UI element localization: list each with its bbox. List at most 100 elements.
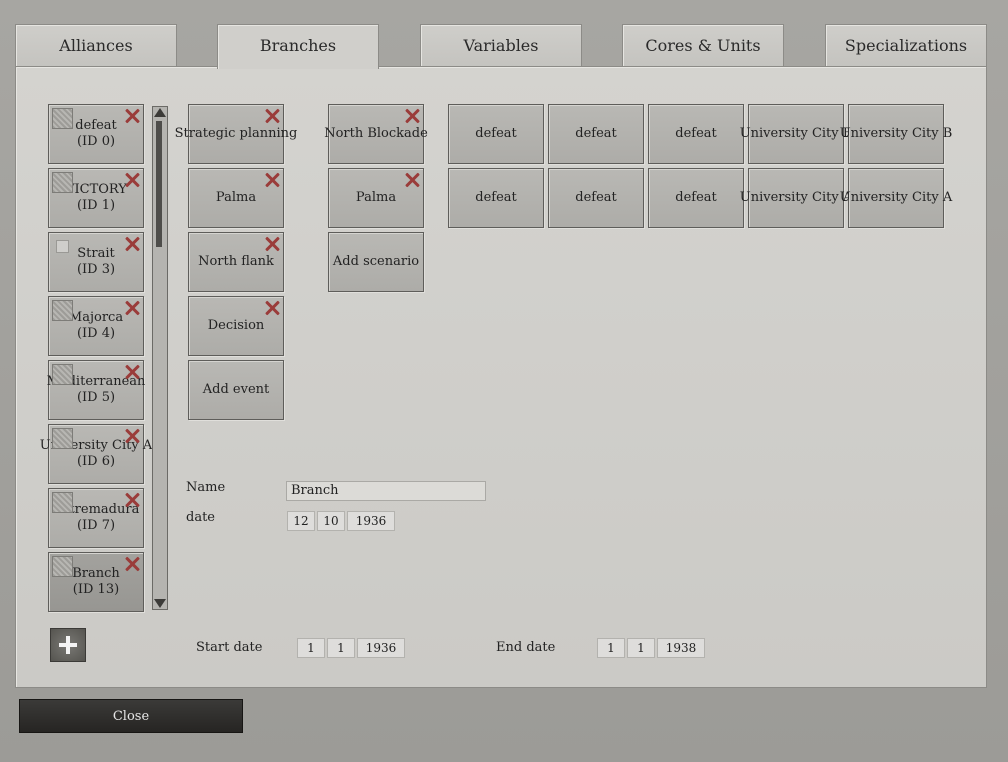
branch-id: (ID 0) (76, 134, 116, 149)
scroll-down-icon[interactable] (154, 599, 166, 608)
branch-name-input[interactable]: Branch (286, 481, 486, 501)
event-label: North flank (198, 254, 274, 269)
branch-item[interactable]: Mediterranean (ID 5) (47, 360, 145, 420)
branch-name: Strait (77, 246, 115, 261)
start-month-input[interactable]: 1 (327, 638, 355, 658)
branch-color-swatch[interactable] (52, 556, 73, 577)
delete-icon[interactable] (403, 171, 421, 189)
branch-item[interactable]: Branch (ID 13) (48, 552, 144, 612)
event-label: Strategic planning (174, 126, 298, 141)
outcome-label: University City B (839, 126, 953, 141)
start-day-input[interactable]: 1 (297, 638, 325, 658)
branch-name: defeat (75, 118, 117, 133)
add-event-button[interactable]: Add event (188, 360, 284, 420)
add-scenario-label: Add scenario (332, 254, 420, 269)
outcome-label: defeat (475, 126, 517, 141)
outcome-label: defeat (475, 190, 517, 205)
delete-icon[interactable] (123, 107, 141, 125)
outcome-label: defeat (575, 126, 617, 141)
delete-icon[interactable] (123, 555, 141, 573)
branch-color-swatch[interactable] (52, 428, 73, 449)
outcome-cell[interactable]: University City A (740, 168, 852, 228)
branch-item[interactable]: Majorca (ID 4) (48, 296, 144, 356)
branch-item[interactable]: University City A (ID 6) (40, 424, 152, 484)
branch-id: (ID 4) (76, 326, 116, 341)
delete-icon[interactable] (123, 235, 141, 253)
branch-id: (ID 7) (76, 518, 116, 533)
delete-icon[interactable] (123, 299, 141, 317)
delete-icon[interactable] (263, 235, 281, 253)
branch-name: Branch (72, 566, 120, 581)
outcome-cell[interactable]: defeat (648, 104, 744, 164)
close-button[interactable]: Close (19, 699, 243, 733)
end-date-label: End date (496, 640, 556, 655)
end-day-input[interactable]: 1 (597, 638, 625, 658)
scenario-item[interactable]: North Blockade (324, 104, 428, 164)
outcome-label: University City A (839, 190, 953, 205)
outcome-label: University City B (739, 126, 853, 141)
outcome-cell[interactable]: University City B (740, 104, 852, 164)
event-item[interactable]: Strategic planning (175, 104, 297, 164)
branch-id: (ID 5) (76, 390, 116, 405)
event-item[interactable]: North flank (188, 232, 284, 292)
delete-icon[interactable] (123, 491, 141, 509)
tab-branches[interactable]: Branches (217, 24, 379, 69)
add-event-label: Add event (202, 382, 270, 397)
branch-item[interactable]: Strait (ID 3) (48, 232, 144, 292)
branch-color-swatch[interactable] (52, 364, 73, 385)
branch-name: VICTORY (65, 182, 127, 197)
outcome-cell[interactable]: University City B (840, 104, 952, 164)
start-date-label: Start date (196, 640, 263, 655)
name-label: Name (186, 480, 226, 495)
tab-alliances[interactable]: Alliances (15, 24, 177, 67)
branch-item[interactable]: defeat (ID 0) (48, 104, 144, 164)
branch-list-scrollbar[interactable] (152, 106, 168, 610)
outcome-cell[interactable]: defeat (448, 104, 544, 164)
delete-icon[interactable] (263, 299, 281, 317)
outcome-cell[interactable]: defeat (648, 168, 744, 228)
tab-variables[interactable]: Variables (420, 24, 582, 67)
outcome-cell[interactable]: defeat (448, 168, 544, 228)
event-label: Palma (215, 190, 257, 205)
branch-color-swatch[interactable] (52, 172, 73, 193)
branch-id: (ID 13) (72, 582, 120, 597)
delete-icon[interactable] (263, 171, 281, 189)
delete-icon[interactable] (123, 171, 141, 189)
scenario-label: Palma (355, 190, 397, 205)
date-month-input[interactable]: 10 (317, 511, 345, 531)
scenario-item[interactable]: Palma (328, 168, 424, 228)
delete-icon[interactable] (123, 363, 141, 381)
outcome-label: defeat (575, 190, 617, 205)
branch-id: (ID 3) (76, 262, 116, 277)
scenario-label: North Blockade (324, 126, 428, 141)
outcome-label: defeat (675, 126, 717, 141)
scroll-up-icon[interactable] (154, 108, 166, 117)
outcome-label: University City A (739, 190, 853, 205)
tab-specializations[interactable]: Specializations (825, 24, 987, 67)
branch-color-swatch[interactable] (56, 240, 69, 253)
delete-icon[interactable] (403, 107, 421, 125)
branch-name: Majorca (68, 310, 124, 325)
date-day-input[interactable]: 12 (287, 511, 315, 531)
scrollbar-thumb[interactable] (156, 121, 162, 247)
delete-icon[interactable] (263, 107, 281, 125)
start-year-input[interactable]: 1936 (357, 638, 405, 658)
end-year-input[interactable]: 1938 (657, 638, 705, 658)
tab-cores-units[interactable]: Cores & Units (622, 24, 784, 67)
branch-id: (ID 6) (76, 454, 116, 469)
delete-icon[interactable] (123, 427, 141, 445)
add-branch-button[interactable] (50, 628, 86, 662)
branch-item[interactable]: Extremadura (ID 7) (48, 488, 144, 548)
date-year-input[interactable]: 1936 (347, 511, 395, 531)
outcome-cell[interactable]: defeat (548, 168, 644, 228)
branch-color-swatch[interactable] (52, 108, 73, 129)
add-scenario-button[interactable]: Add scenario (328, 232, 424, 292)
branch-item[interactable]: VICTORY (ID 1) (48, 168, 144, 228)
outcome-cell[interactable]: defeat (548, 104, 644, 164)
outcome-cell[interactable]: University City A (840, 168, 952, 228)
event-item[interactable]: Palma (188, 168, 284, 228)
branch-color-swatch[interactable] (52, 300, 73, 321)
event-item[interactable]: Decision (188, 296, 284, 356)
branch-color-swatch[interactable] (52, 492, 73, 513)
end-month-input[interactable]: 1 (627, 638, 655, 658)
